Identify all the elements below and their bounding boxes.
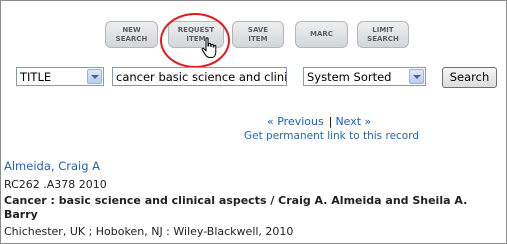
record-author-link[interactable]: Almeida, Craig A: [4, 159, 100, 173]
hand-pointer-icon: [201, 37, 217, 58]
record-publication: Chichester, UK ; Hoboken, NJ : Wiley-Bla…: [4, 225, 294, 238]
new-search-label-line2: SEARCH: [115, 34, 148, 43]
search-field-select[interactable]: TITLE: [16, 67, 104, 86]
chevron-down-icon[interactable]: [87, 69, 102, 84]
sort-select-value: System Sorted: [307, 70, 392, 84]
limit-search-label-line1: LIMIT: [372, 25, 394, 34]
previous-link[interactable]: « Previous: [267, 115, 324, 128]
request-item-label-line1: REQUEST: [177, 25, 215, 34]
search-field-value: TITLE: [20, 70, 52, 84]
new-search-label-line1: NEW: [122, 25, 141, 34]
search-input[interactable]: cancer basic science and clinic: [112, 67, 287, 86]
save-item-label-line1: SAVE: [247, 25, 269, 34]
record-navigation: « Previous | Next »: [267, 115, 371, 128]
save-item-label-line2: ITEM: [248, 34, 268, 43]
page-frame: NEW SEARCH REQUEST ITEM SAVE ITEM MARC L…: [0, 0, 507, 244]
record-call-number: RC262 .A378 2010: [4, 178, 107, 191]
marc-label: MARC: [310, 30, 333, 38]
save-item-button[interactable]: SAVE ITEM: [232, 21, 284, 48]
limit-search-button[interactable]: LIMIT SEARCH: [357, 21, 409, 48]
nav-separator: |: [328, 115, 333, 128]
search-button[interactable]: Search: [442, 67, 497, 88]
new-search-button[interactable]: NEW SEARCH: [105, 21, 158, 48]
sort-select[interactable]: System Sorted: [303, 67, 426, 86]
next-link[interactable]: Next »: [335, 115, 371, 128]
chevron-down-icon[interactable]: [409, 69, 424, 84]
record-title: Cancer : basic science and clinical aspe…: [4, 194, 468, 221]
permanent-link[interactable]: Get permanent link to this record: [244, 130, 419, 142]
limit-search-label-line2: SEARCH: [367, 34, 399, 43]
marc-button[interactable]: MARC: [295, 21, 348, 48]
search-input-value: cancer basic science and clinic: [116, 70, 287, 84]
